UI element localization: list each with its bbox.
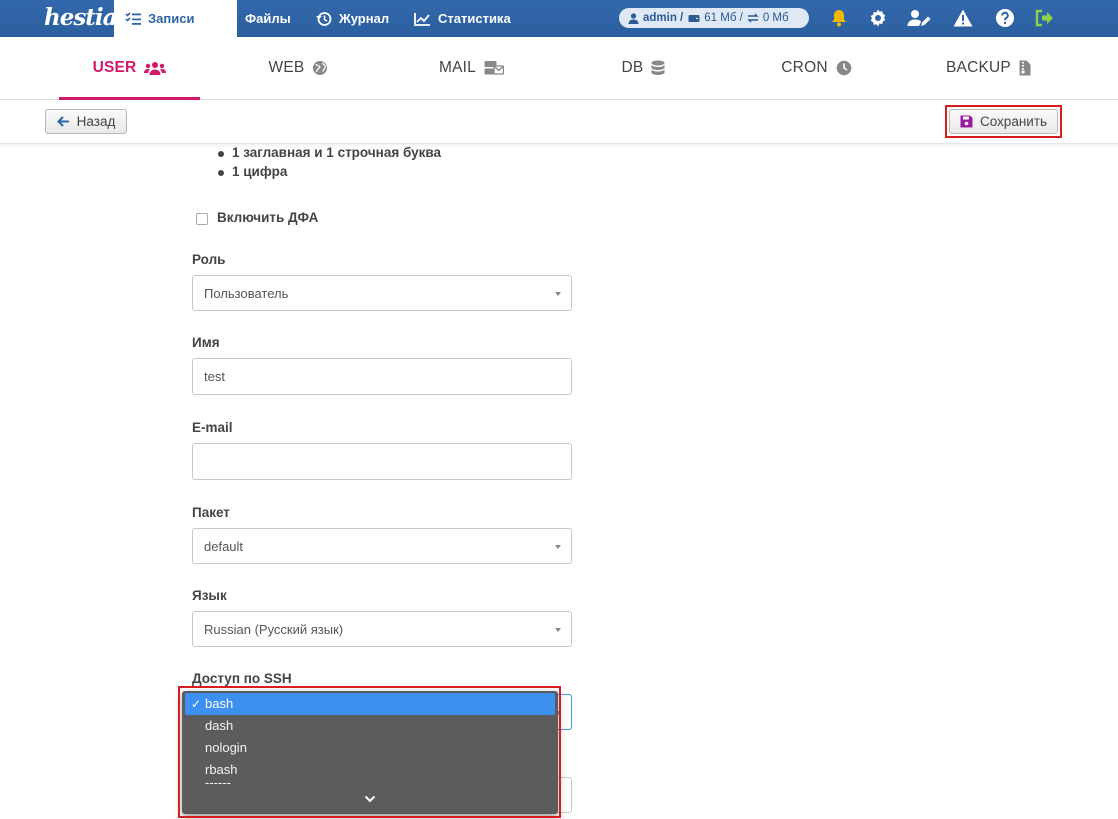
name-value: test — [204, 369, 225, 384]
transfer-icon — [747, 13, 759, 23]
tab-cron[interactable]: CRON — [750, 37, 883, 99]
language-value: Russian (Русский язык) — [204, 621, 344, 637]
mfa-label[interactable]: Включить ДФА — [217, 210, 318, 225]
email-input[interactable] — [192, 443, 572, 480]
nav-journal[interactable]: Журнал — [316, 0, 389, 37]
tab-user-label: USER — [92, 59, 137, 76]
package-select[interactable]: default — [192, 528, 572, 564]
name-label: Имя — [192, 335, 220, 350]
globe-icon — [313, 61, 328, 75]
dropdown-highlight-box — [178, 686, 561, 818]
password-rule-digit: 1 цифра — [217, 164, 288, 179]
action-toolbar: Назад Сохранить — [0, 100, 1118, 144]
tab-mail-label: MAIL — [439, 59, 476, 76]
back-button-label: Назад — [76, 114, 116, 129]
email-label: E-mail — [192, 420, 233, 435]
top-navbar: hestia Записи Файлы Журнал Статистика ad… — [0, 0, 1118, 37]
nav-statistics-label: Статистика — [438, 11, 511, 26]
nav-files-label: Файлы — [245, 11, 291, 26]
pill-disk: 61 Мб / — [704, 12, 743, 24]
user-pen-icon[interactable] — [907, 8, 931, 28]
language-select[interactable]: Russian (Русский язык) — [192, 611, 572, 647]
pill-user: admin / — [643, 12, 684, 24]
back-button[interactable]: Назад — [45, 109, 127, 134]
arrow-left-icon — [56, 116, 69, 127]
tab-db[interactable]: DB — [577, 37, 710, 99]
help-icon[interactable] — [995, 8, 1015, 28]
clock-icon — [836, 60, 852, 76]
tab-backup[interactable]: BACKUP — [922, 37, 1055, 99]
hestia-logo[interactable]: hestia — [44, 3, 118, 33]
bell-icon[interactable] — [829, 8, 849, 28]
nav-journal-label: Журнал — [339, 11, 390, 26]
tab-mail[interactable]: MAIL — [405, 37, 538, 99]
tab-web-label: WEB — [268, 59, 305, 76]
tab-backup-label: BACKUP — [946, 59, 1011, 76]
nav-records-label: Записи — [148, 11, 195, 26]
chart-line-icon — [414, 12, 430, 26]
gear-icon[interactable] — [868, 8, 888, 28]
database-icon — [651, 60, 665, 75]
pill-bandwidth: 0 Мб — [762, 12, 789, 24]
list-check-icon — [125, 11, 141, 25]
warning-icon[interactable] — [953, 8, 973, 28]
role-value: Пользователь — [204, 285, 289, 301]
password-rule-case: 1 заглавная и 1 строчная буква — [217, 145, 442, 160]
logout-icon[interactable] — [1034, 8, 1054, 28]
language-label: Язык — [192, 588, 227, 603]
hard-drive-icon — [688, 15, 700, 22]
history-icon — [316, 11, 332, 26]
role-select[interactable]: Пользователь — [192, 275, 572, 311]
tab-web[interactable]: WEB — [232, 37, 365, 99]
package-label: Пакет — [192, 505, 230, 520]
save-highlight-box — [945, 105, 1062, 138]
package-value: default — [204, 538, 244, 554]
module-tabs: USER WEB MAIL DB CRON BACKUP — [0, 37, 1118, 100]
name-input[interactable]: test — [192, 358, 572, 395]
nav-files[interactable]: Файлы — [220, 0, 291, 37]
mfa-checkbox[interactable] — [196, 213, 208, 225]
role-label: Роль — [192, 252, 226, 267]
file-zip-icon — [1019, 60, 1031, 76]
nav-records[interactable]: Записи — [114, 0, 237, 37]
users-icon — [144, 62, 167, 75]
nav-statistics[interactable]: Статистика — [414, 0, 511, 37]
mail-server-icon — [484, 61, 504, 75]
tab-cron-label: CRON — [781, 59, 828, 76]
tab-user[interactable]: USER — [59, 37, 200, 100]
ssh-label: Доступ по SSH — [192, 671, 292, 686]
tab-db-label: DB — [621, 59, 644, 76]
user-icon — [628, 12, 639, 24]
folder-icon — [221, 13, 237, 25]
user-usage-pill[interactable]: admin / 61 Мб / 0 Мб — [619, 8, 809, 28]
